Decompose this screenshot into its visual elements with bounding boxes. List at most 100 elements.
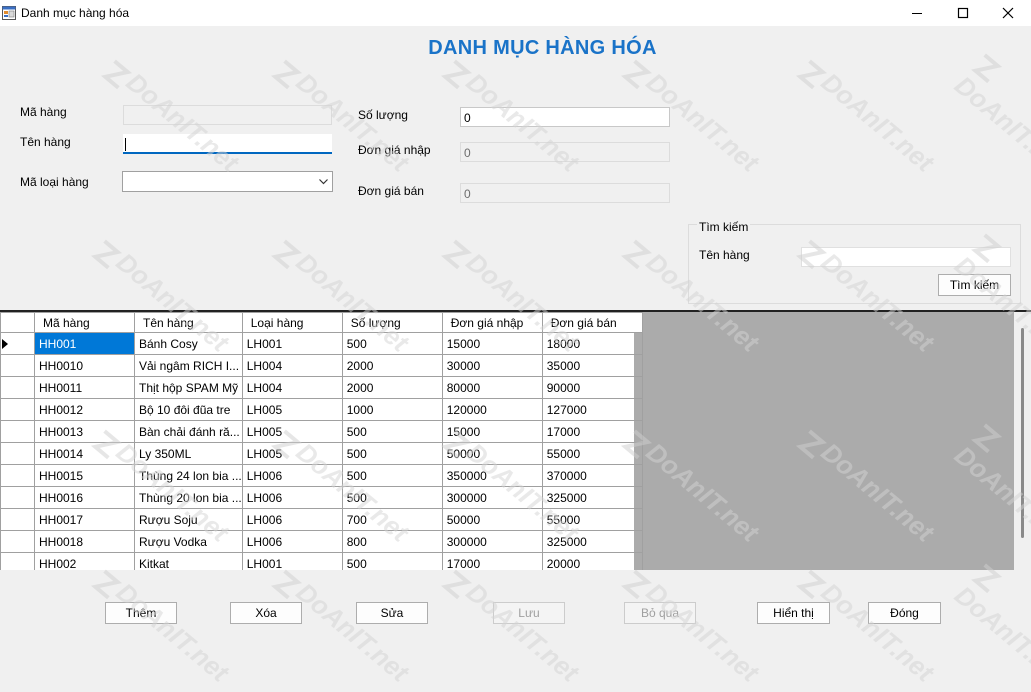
data-grid[interactable]: Mã hàng Tên hàng Loại hàng Số lượng Đơn … — [0, 312, 1031, 570]
column-header-so-luong[interactable]: Số lượng — [341, 312, 443, 333]
cell-so-luong[interactable]: 700 — [341, 508, 443, 531]
row-header-cell[interactable] — [0, 376, 35, 399]
cell-ten-hang[interactable]: Bánh Cosy — [134, 332, 243, 355]
row-header-cell[interactable] — [0, 332, 35, 355]
column-header-ten-hang[interactable]: Tên hàng — [134, 312, 243, 333]
cell-so-luong[interactable]: 1000 — [341, 398, 443, 421]
row-header-cell[interactable] — [0, 552, 35, 570]
cell-don-gia-ban[interactable]: 55000 — [541, 508, 643, 531]
cell-loai-hang[interactable]: LH006 — [241, 486, 343, 509]
cell-ten-hang[interactable]: Thịt hộp SPAM Mỹ — [134, 376, 243, 399]
show-button[interactable]: Hiển thị — [757, 602, 830, 624]
ma-hang-field[interactable] — [123, 105, 332, 125]
cell-don-gia-nhap[interactable]: 17000 — [441, 552, 543, 570]
cell-loai-hang[interactable]: LH006 — [241, 530, 343, 553]
delete-button[interactable]: Xóa — [230, 602, 302, 624]
cell-loai-hang[interactable]: LH004 — [241, 354, 343, 377]
vertical-scrollbar[interactable] — [1014, 312, 1031, 570]
cell-ma-hang[interactable]: HH001 — [34, 332, 135, 355]
cell-ten-hang[interactable]: Bộ 10 đôi đũa tre — [134, 398, 243, 421]
table-row[interactable]: HH0016 Thùng 20 lon bia ... LH006 500 300000… — [0, 486, 643, 509]
table-row[interactable]: HH0012 Bộ 10 đôi đũa tre LH005 1000 120000 12… — [0, 398, 643, 421]
cell-ten-hang[interactable]: Rượu Soju — [134, 508, 243, 531]
table-row[interactable]: HH0018 Rượu Vodka LH006 800 300000 325000 — [0, 530, 643, 553]
cell-don-gia-nhap[interactable]: 50000 — [441, 508, 543, 531]
cell-don-gia-ban[interactable]: 325000 — [541, 530, 643, 553]
cell-don-gia-nhap[interactable]: 15000 — [441, 420, 543, 443]
row-header-cell[interactable] — [0, 486, 35, 509]
cell-loai-hang[interactable]: LH005 — [241, 420, 343, 443]
cell-ten-hang[interactable]: Vải ngâm RICH I... — [134, 354, 243, 377]
edit-button[interactable]: Sửa — [356, 602, 428, 624]
search-input[interactable] — [801, 247, 1011, 267]
column-header-don-gia-ban[interactable]: Đơn giá bán — [541, 312, 643, 333]
cell-ma-hang[interactable]: HH0018 — [34, 530, 135, 553]
cell-ten-hang[interactable]: Rượu Vodka — [134, 530, 243, 553]
cell-ma-hang[interactable]: HH002 — [34, 552, 135, 570]
search-button[interactable]: Tìm kiếm — [938, 274, 1011, 296]
cell-loai-hang[interactable]: LH004 — [241, 376, 343, 399]
cell-don-gia-ban[interactable]: 127000 — [541, 398, 643, 421]
so-luong-field[interactable]: 0 — [460, 107, 670, 127]
cell-loai-hang[interactable]: LH006 — [241, 464, 343, 487]
cell-ma-hang[interactable]: HH0017 — [34, 508, 135, 531]
cell-ma-hang[interactable]: HH0012 — [34, 398, 135, 421]
cell-ma-hang[interactable]: HH0014 — [34, 442, 135, 465]
cell-so-luong[interactable]: 500 — [341, 420, 443, 443]
table-row[interactable]: HH0010 Vải ngâm RICH I... LH004 2000 30000 35… — [0, 354, 643, 377]
cell-don-gia-ban[interactable]: 35000 — [541, 354, 643, 377]
ten-hang-field[interactable] — [123, 134, 332, 154]
row-header-cell[interactable] — [0, 398, 35, 421]
don-gia-nhap-field[interactable]: 0 — [460, 142, 670, 162]
table-row[interactable]: HH0013 Bàn chải đánh ră... LH005 500 15000 17… — [0, 420, 643, 443]
row-header-cell[interactable] — [0, 442, 35, 465]
skip-button[interactable]: Bỏ qua — [624, 602, 696, 624]
column-header-loai-hang[interactable]: Loại hàng — [241, 312, 343, 333]
cell-don-gia-nhap[interactable]: 350000 — [441, 464, 543, 487]
cell-ma-hang[interactable]: HH0015 — [34, 464, 135, 487]
cell-don-gia-nhap[interactable]: 300000 — [441, 530, 543, 553]
cell-so-luong[interactable]: 2000 — [341, 376, 443, 399]
cell-so-luong[interactable]: 500 — [341, 552, 443, 570]
ma-loai-hang-select[interactable] — [122, 171, 333, 192]
cell-ten-hang[interactable]: Ly 350ML — [134, 442, 243, 465]
cell-ten-hang[interactable]: Kitkat — [134, 552, 243, 570]
row-header-cell[interactable] — [0, 354, 35, 377]
grid-corner-cell[interactable] — [0, 312, 35, 333]
cell-so-luong[interactable]: 500 — [341, 464, 443, 487]
cell-don-gia-ban[interactable]: 20000 — [541, 552, 643, 570]
cell-loai-hang[interactable]: LH001 — [241, 332, 343, 355]
close-form-button[interactable]: Đóng — [868, 602, 941, 624]
scrollbar-thumb[interactable] — [1021, 328, 1024, 538]
minimize-button[interactable] — [894, 0, 940, 26]
cell-so-luong[interactable]: 500 — [341, 486, 443, 509]
cell-ten-hang[interactable]: Thùng 20 lon bia ... — [134, 486, 243, 509]
add-button[interactable]: Thêm — [105, 602, 177, 624]
cell-don-gia-nhap[interactable]: 80000 — [441, 376, 543, 399]
cell-don-gia-ban[interactable]: 18000 — [541, 332, 643, 355]
cell-loai-hang[interactable]: LH005 — [241, 442, 343, 465]
cell-ten-hang[interactable]: Thùng 24 lon bia ... — [134, 464, 243, 487]
close-button[interactable] — [985, 0, 1031, 26]
cell-ma-hang[interactable]: HH0016 — [34, 486, 135, 509]
row-header-cell[interactable] — [0, 464, 35, 487]
cell-don-gia-ban[interactable]: 325000 — [541, 486, 643, 509]
table-row[interactable]: HH0011 Thịt hộp SPAM Mỹ LH004 2000 80000 9000… — [0, 376, 643, 399]
cell-so-luong[interactable]: 2000 — [341, 354, 443, 377]
table-row[interactable]: HH0017 Rượu Soju LH006 700 50000 55000 — [0, 508, 643, 531]
column-header-don-gia-nhap[interactable]: Đơn giá nhập — [441, 312, 543, 333]
cell-so-luong[interactable]: 500 — [341, 442, 443, 465]
cell-loai-hang[interactable]: LH001 — [241, 552, 343, 570]
save-button[interactable]: Lưu — [493, 602, 565, 624]
cell-don-gia-nhap[interactable]: 120000 — [441, 398, 543, 421]
cell-ma-hang[interactable]: HH0011 — [34, 376, 135, 399]
table-row[interactable]: HH001 Bánh Cosy LH001 500 15000 18000 — [0, 332, 643, 355]
cell-loai-hang[interactable]: LH006 — [241, 508, 343, 531]
column-header-ma-hang[interactable]: Mã hàng — [34, 312, 135, 333]
don-gia-ban-field[interactable]: 0 — [460, 183, 670, 203]
cell-ma-hang[interactable]: HH0010 — [34, 354, 135, 377]
table-row[interactable]: HH0014 Ly 350ML LH005 500 50000 55000 — [0, 442, 643, 465]
cell-don-gia-ban[interactable]: 55000 — [541, 442, 643, 465]
row-header-cell[interactable] — [0, 530, 35, 553]
row-header-cell[interactable] — [0, 420, 35, 443]
